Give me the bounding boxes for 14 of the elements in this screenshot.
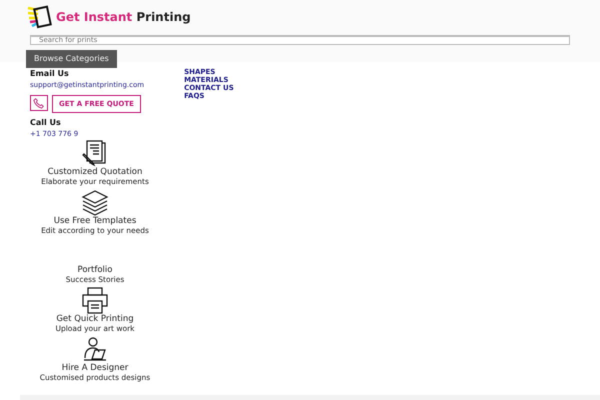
layers-icon xyxy=(81,188,109,216)
feature-title[interactable]: Use Free Templates xyxy=(30,216,160,226)
phone-icon[interactable] xyxy=(30,94,48,110)
email-label: Email Us xyxy=(30,68,70,80)
logo-text[interactable]: Get Instant Printing xyxy=(56,8,191,26)
feature-title[interactable]: Get Quick Printing xyxy=(30,314,160,324)
feature-title[interactable]: Customized Quotation xyxy=(30,166,160,177)
printer-icon xyxy=(81,286,109,314)
call-label: Call Us xyxy=(30,117,62,129)
designer-at-laptop-icon xyxy=(81,336,109,362)
browse-categories-button[interactable]: Browse Categories xyxy=(26,50,117,68)
logo-icon xyxy=(26,4,52,30)
feature-title[interactable]: Portfolio xyxy=(30,264,160,275)
feature-title[interactable]: Hire A Designer xyxy=(30,362,160,373)
